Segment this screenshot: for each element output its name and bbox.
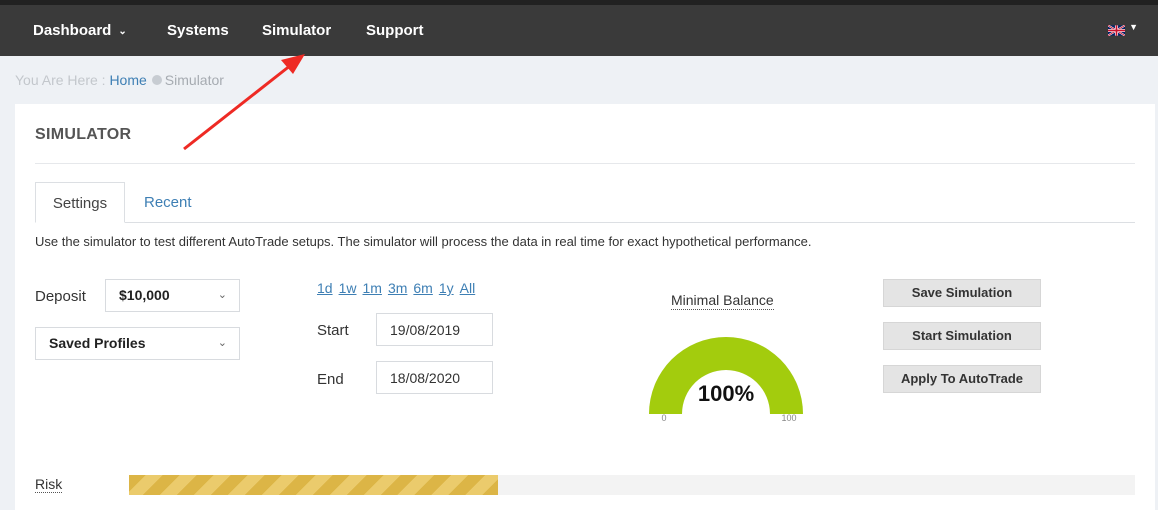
end-label: End (317, 371, 344, 388)
uk-flag-icon (1108, 25, 1125, 36)
caret-down-icon: ▼ (1129, 22, 1138, 32)
minimal-balance-gauge: 100% 0 100 (649, 336, 803, 423)
deposit-select[interactable]: $10,000 ⌄ (105, 279, 240, 312)
start-date-input[interactable] (376, 313, 493, 346)
range-1y-link[interactable]: 1y (439, 280, 454, 296)
page-title: SIMULATOR (35, 126, 132, 143)
chevron-down-icon: ⌄ (217, 289, 227, 301)
nav-dashboard-label: Dashboard (33, 22, 112, 39)
tab-settings[interactable]: Settings (35, 182, 125, 223)
language-selector[interactable]: ▼ (1108, 22, 1138, 38)
title-divider (35, 163, 1135, 164)
start-simulation-button[interactable]: Start Simulation (883, 322, 1041, 350)
range-6m-link[interactable]: 6m (413, 280, 432, 296)
date-range-shortcuts: 1d 1w 1m 3m 6m 1y All (317, 280, 481, 296)
deposit-value: $10,000 (119, 287, 170, 303)
deposit-label: Deposit (35, 288, 86, 305)
range-all-link[interactable]: All (460, 280, 476, 296)
arrow-head (281, 54, 305, 74)
breadcrumb: You Are Here : Home Simulator (15, 72, 224, 88)
risk-bar (129, 475, 1135, 495)
risk-bar-fill (129, 475, 499, 495)
nav-dashboard[interactable]: Dashboard ⌄ (33, 5, 127, 56)
chevron-down-icon: ⌄ (217, 337, 227, 349)
nav-simulator[interactable]: Simulator (262, 5, 331, 56)
nav-systems[interactable]: Systems (167, 5, 229, 56)
saved-profiles-value: Saved Profiles (49, 335, 146, 351)
range-1w-link[interactable]: 1w (339, 280, 357, 296)
chevron-down-icon: ⌄ (118, 26, 127, 37)
range-1d-link[interactable]: 1d (317, 280, 333, 296)
risk-label: Risk (35, 476, 63, 493)
apply-to-autotrade-button[interactable]: Apply To AutoTrade (883, 365, 1041, 393)
simulator-description: Use the simulator to test different Auto… (35, 234, 812, 249)
breadcrumb-home-link[interactable]: Home (109, 72, 146, 88)
top-navbar: Dashboard ⌄ Systems Simulator Support ▼ (0, 5, 1158, 56)
end-date-input[interactable] (376, 361, 493, 394)
gauge-min-label: 0 (661, 413, 666, 423)
range-1m-link[interactable]: 1m (362, 280, 381, 296)
gauge-max-label: 100 (781, 413, 796, 423)
saved-profiles-select[interactable]: Saved Profiles ⌄ (35, 327, 240, 360)
save-simulation-button[interactable]: Save Simulation (883, 279, 1041, 307)
breadcrumb-prefix: You Are Here : (15, 72, 106, 88)
dot-separator-icon (151, 75, 162, 85)
gauge-value: 100% (698, 381, 754, 406)
range-3m-link[interactable]: 3m (388, 280, 407, 296)
nav-support[interactable]: Support (366, 5, 424, 56)
start-label: Start (317, 322, 349, 339)
gauge-title: Minimal Balance (671, 292, 774, 310)
breadcrumb-current: Simulator (164, 72, 224, 88)
simulator-panel: SIMULATOR Settings Recent Use the simula… (15, 104, 1155, 510)
tab-recent[interactable]: Recent (129, 182, 207, 223)
